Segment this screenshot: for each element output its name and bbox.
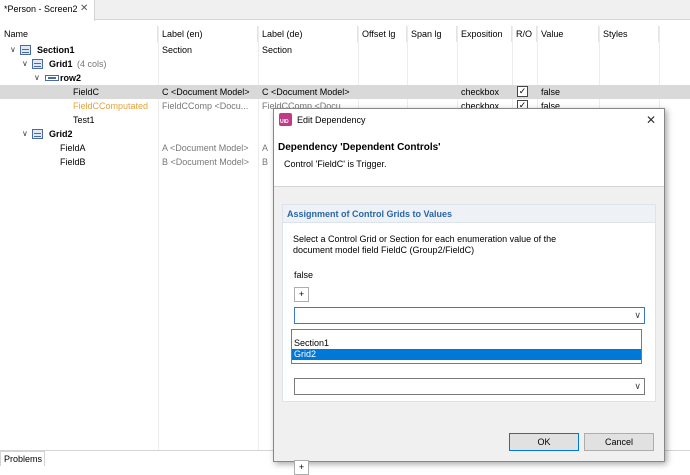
row-cols-count: (4 cols) [77, 59, 107, 69]
column-header-label-en[interactable]: Label (en) [158, 26, 258, 42]
editor-tab-label: *Person - Screen2 [4, 4, 78, 14]
column-header-styles[interactable]: Styles [599, 26, 659, 42]
row-name: FieldB [60, 157, 86, 167]
row-label-de: Section [262, 45, 293, 55]
row-value: false [541, 87, 561, 97]
row-label-en: FieldCComp <Docu... [162, 101, 249, 111]
dialog-titlebar: UID Edit Dependency ✕ [274, 109, 664, 131]
dialog-heading: Dependency 'Dependent Controls' [278, 142, 441, 153]
row-name: Grid2 [49, 129, 73, 139]
chevron-down-icon[interactable]: ∨ [10, 45, 16, 54]
row-exposition: checkbox [461, 87, 500, 97]
grid-select-combo-2[interactable]: ∨ [294, 378, 645, 395]
grid-dropdown-list: Section1 Grid2 [291, 329, 642, 364]
row-name: row2 [60, 73, 82, 83]
dialog-title: Edit Dependency [297, 115, 366, 125]
close-icon[interactable]: ✕ [646, 113, 656, 127]
row-label-de: B [262, 157, 269, 167]
row-label-de: C <Document Model> [262, 87, 350, 97]
table-row-selected[interactable]: FieldC C <Document Model> C <Document Mo… [0, 85, 690, 99]
chevron-down-icon[interactable]: ∨ [634, 310, 641, 321]
section-icon [20, 45, 31, 55]
grid-icon [32, 129, 43, 139]
chevron-down-icon[interactable]: ∨ [34, 73, 40, 82]
tab-close-icon[interactable]: ✕ [80, 3, 88, 14]
editor-tabbar: *Person - Screen2 ✕ [0, 0, 690, 21]
row-name: Grid1 [49, 59, 73, 69]
uid-app-icon: UID [279, 113, 292, 126]
row-name: FieldC [73, 87, 100, 97]
column-header-exposition[interactable]: Exposition [457, 26, 512, 42]
dialog-header: Dependency 'Dependent Controls' Control … [274, 131, 664, 187]
chevron-down-icon[interactable]: ∨ [22, 59, 28, 68]
row-name: FieldA [60, 143, 86, 153]
section-title[interactable]: Assignment of Control Grids to Values [283, 205, 655, 223]
row-label-de: A [262, 143, 269, 153]
table-row[interactable]: ∨ Section1 Section Section [0, 43, 690, 57]
table-row[interactable]: ∨ row2 [0, 71, 690, 85]
problems-tab[interactable]: Problems [0, 451, 45, 466]
row-name: Section1 [37, 45, 75, 55]
cancel-button[interactable]: Cancel [584, 433, 654, 451]
dropdown-option-grid2[interactable]: Grid2 [292, 349, 641, 360]
editor-tab[interactable]: *Person - Screen2 ✕ [0, 0, 95, 21]
readonly-checkbox[interactable]: ✓ [517, 86, 528, 97]
column-header-offset[interactable]: Offset lg [358, 26, 407, 42]
row-label-en: Section [162, 45, 193, 55]
grid-icon [32, 59, 43, 69]
edit-dependency-dialog: UID Edit Dependency ✕ Dependency 'Depend… [273, 108, 665, 475]
section-description: Select a Control Grid or Section for eac… [293, 234, 557, 255]
ok-button[interactable]: OK [509, 433, 579, 451]
assignment-section: Assignment of Control Grids to Values Se… [282, 204, 656, 475]
row-label-en: C <Document Model> [162, 87, 250, 97]
add-button[interactable]: + [294, 287, 309, 302]
row-label-en: B <Document Model> [162, 157, 250, 167]
row-label-en: A <Document Model> [162, 143, 249, 153]
row-name: FieldCComputated [73, 101, 149, 111]
row-name: Test1 [73, 115, 95, 125]
column-header-name[interactable]: Name [0, 26, 158, 42]
column-header-value[interactable]: Value [537, 26, 599, 42]
chevron-down-icon[interactable]: ∨ [634, 381, 641, 392]
dialog-subheading: Control 'FieldC' is Trigger. [284, 159, 387, 169]
column-header-label-de[interactable]: Label (de) [258, 26, 358, 42]
value-label-false: false [294, 270, 314, 280]
table-row[interactable]: ∨ Grid1 (4 cols) [0, 57, 690, 71]
column-header-readonly[interactable]: R/O [512, 26, 537, 42]
chevron-down-icon[interactable]: ∨ [22, 129, 28, 138]
column-header-span[interactable]: Span lg [407, 26, 457, 42]
add-button[interactable]: + [294, 460, 309, 475]
grid-select-combo[interactable]: ∨ [294, 307, 645, 324]
dropdown-option-section1[interactable]: Section1 [292, 338, 641, 349]
